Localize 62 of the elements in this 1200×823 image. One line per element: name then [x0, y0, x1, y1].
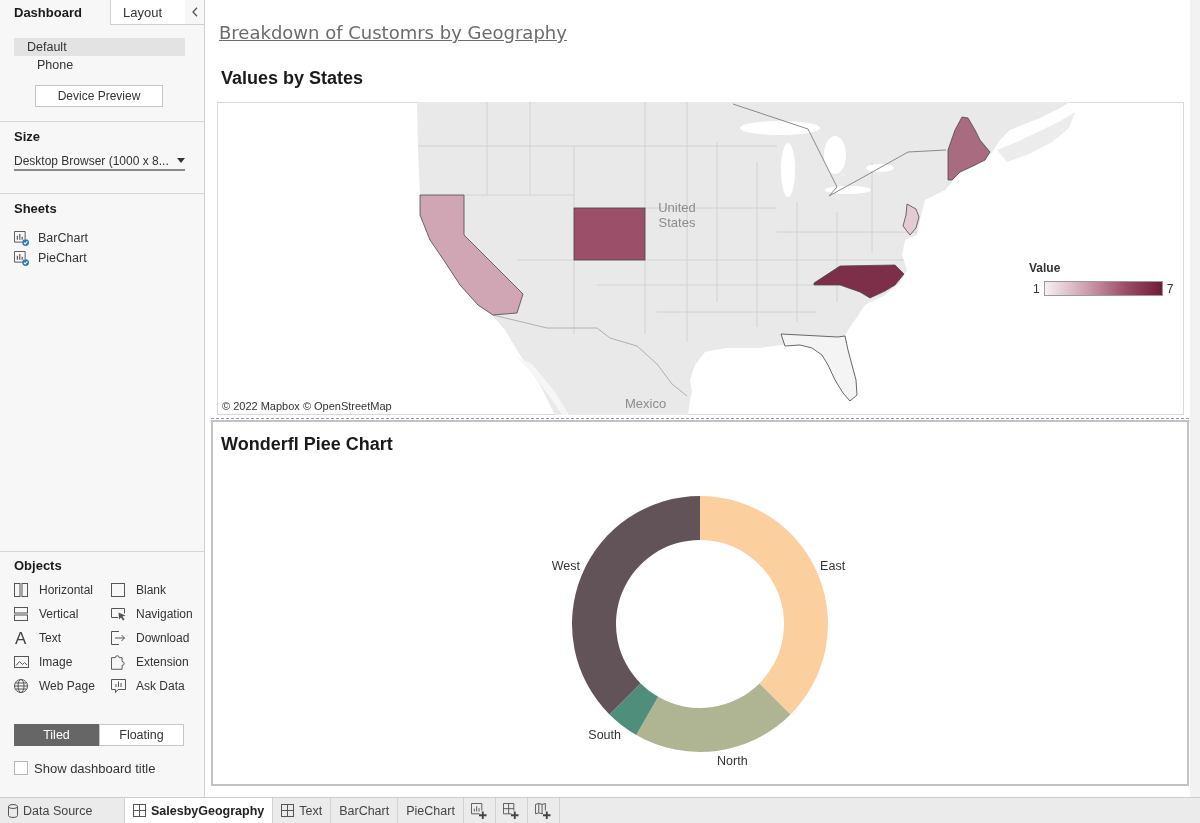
object-item[interactable]: Vertical	[14, 607, 79, 621]
bar-chart-check-icon	[14, 250, 29, 266]
sheet-tab[interactable]: Text	[273, 798, 332, 823]
legend-max-label: 7	[1166, 281, 1174, 296]
sheet-title: Values by States	[221, 67, 364, 90]
checkbox-label: Show dashboard title	[34, 760, 156, 776]
sheet-tab[interactable]: BarChart	[331, 798, 399, 823]
size-dropdown[interactable]: Desktop Browser (1000 x 8...	[14, 153, 185, 171]
grid-plus-icon	[503, 802, 520, 819]
two-rows-icon	[14, 607, 28, 621]
object-item[interactable]: Web Page	[14, 679, 95, 693]
bar-chart-check-icon	[14, 230, 29, 246]
panel-tab[interactable]: Layout	[110, 0, 185, 25]
globe-icon	[14, 679, 28, 693]
slice-label: South	[588, 728, 621, 743]
section-heading: Objects	[14, 558, 62, 574]
object-item[interactable]: Blank	[111, 583, 167, 597]
object-item[interactable]: A Text	[14, 629, 61, 647]
database-icon	[8, 803, 18, 818]
checkbox[interactable]	[14, 761, 28, 775]
layout-toggle[interactable]: Floating	[99, 724, 184, 746]
legend-title: Value	[1029, 261, 1061, 275]
sheet-title: Wonderfl Piee Chart	[221, 433, 393, 456]
sheet-list-item[interactable]: PieChart	[14, 248, 87, 268]
slice-label: East	[820, 559, 846, 574]
chart-plus-icon	[471, 802, 488, 819]
device-preview-button[interactable]: Device Preview	[35, 85, 163, 107]
layout-toggle[interactable]: Tiled	[14, 724, 99, 746]
arrow-exit-icon	[111, 631, 125, 645]
square-icon	[111, 583, 125, 597]
two-columns-icon	[14, 583, 28, 597]
grid-icon	[133, 804, 146, 817]
sheet-tab[interactable]: PieChart	[398, 798, 464, 823]
panel-tab[interactable]: Dashboard	[0, 0, 110, 25]
cursor-box-icon	[111, 607, 126, 621]
device-item[interactable]: Phone	[14, 56, 74, 74]
slice-label: North	[717, 753, 748, 768]
slice-label: West	[551, 559, 580, 574]
book-plus-icon	[535, 802, 552, 819]
sheet-list-item[interactable]: BarChart	[14, 228, 89, 248]
letter-a-icon: A	[15, 629, 27, 647]
caret-down-icon	[177, 158, 185, 163]
puzzle-piece-icon	[111, 654, 125, 670]
section-heading: Size	[14, 129, 40, 145]
chart-bubble-icon	[111, 679, 126, 693]
legend-min-label: 1	[1033, 281, 1040, 296]
picture-icon	[14, 656, 29, 668]
section-heading: Sheets	[14, 201, 57, 217]
object-item[interactable]: Navigation	[111, 607, 193, 621]
map-place-label: Mexico	[625, 396, 667, 411]
object-item[interactable]: Image	[14, 655, 73, 669]
object-item[interactable]: Ask Data	[111, 679, 185, 693]
grid-icon	[281, 804, 295, 817]
sheet-tab[interactable]: SalesbyGeography	[125, 798, 274, 823]
object-item[interactable]: Horizontal	[14, 583, 94, 597]
device-item[interactable]: Default	[14, 38, 185, 56]
object-item[interactable]: Extension	[111, 654, 189, 670]
chevron-left-icon[interactable]	[191, 7, 198, 17]
map-attribution: © 2022 Mapbox © OpenStreetMap	[222, 400, 392, 413]
dashboard-title: Breakdown of Customrs by Geography	[219, 21, 567, 45]
map-place-label: United States	[657, 200, 697, 230]
object-item[interactable]: Download	[111, 631, 190, 645]
